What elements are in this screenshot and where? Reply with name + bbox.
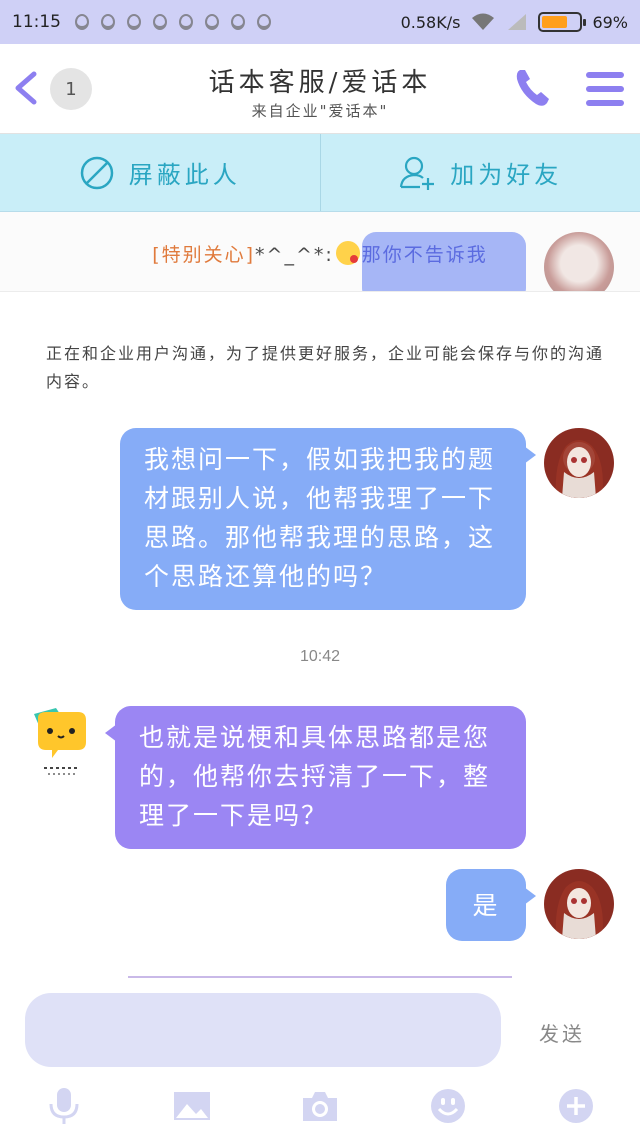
menu-icon[interactable] bbox=[586, 72, 624, 106]
action-bar: 屏蔽此人 加为好友 bbox=[0, 134, 640, 212]
status-bar: 11:15 0.58K/s 69% bbox=[0, 0, 640, 44]
block-user-button[interactable]: 屏蔽此人 bbox=[0, 134, 320, 211]
notification-icons bbox=[75, 14, 271, 30]
add-friend-icon bbox=[400, 156, 435, 190]
notification-icon bbox=[101, 14, 115, 30]
bleeding-face-emoji-icon bbox=[335, 241, 360, 265]
image-icon[interactable] bbox=[172, 1086, 212, 1126]
message-bubble-outgoing[interactable]: 是 bbox=[446, 869, 536, 941]
pinned-message-banner[interactable]: [特别关心]*^_^*: 那你不告诉我 bbox=[0, 212, 640, 292]
add-friend-label: 加为好友 bbox=[450, 161, 563, 189]
status-right: 0.58K/s 69% bbox=[401, 12, 628, 32]
emoji-icon[interactable] bbox=[428, 1086, 468, 1126]
plus-icon[interactable] bbox=[556, 1086, 596, 1126]
user-avatar[interactable] bbox=[544, 869, 614, 939]
message-bubble-incoming[interactable]: 也就是说梗和具体思路都是您的，他帮你去捋清了一下，整理了一下是吗？ bbox=[105, 706, 526, 849]
add-friend-button[interactable]: 加为好友 bbox=[319, 134, 640, 211]
user-avatar-image bbox=[544, 428, 614, 498]
composer-divider bbox=[128, 976, 512, 978]
camera-icon[interactable] bbox=[300, 1086, 340, 1126]
send-button[interactable]: 发送 bbox=[520, 1018, 604, 1047]
privacy-notice: 正在和企业用户沟通，为了提供更好服务，企业可能会保存与你的沟通内容。 bbox=[46, 344, 605, 391]
pinned-tag: [特别关心] bbox=[152, 244, 256, 266]
message-bubble-outgoing[interactable]: 我想问一下，假如我把我的题材跟别人说，他帮我理了一下思路。那他帮我理的思路，这个… bbox=[120, 428, 536, 610]
chat-bubble-logo-icon bbox=[34, 708, 86, 775]
block-icon bbox=[80, 156, 113, 189]
signal-icon bbox=[508, 14, 527, 30]
user-avatar-image bbox=[544, 869, 614, 939]
pinned-emoticon-text: *^_^*: bbox=[255, 244, 334, 266]
battery-icon bbox=[538, 12, 587, 32]
wifi-icon bbox=[472, 13, 495, 30]
network-speed: 0.58K/s bbox=[400, 12, 461, 32]
notification-icon bbox=[205, 14, 219, 30]
chat-header: 1 话本客服/爱话本 来自企业"爱话本" bbox=[0, 44, 640, 134]
pinned-line: [特别关心]*^_^*: 那你不告诉我 bbox=[0, 240, 640, 267]
notification-icon bbox=[75, 14, 89, 30]
notification-icon bbox=[179, 14, 193, 30]
menu-line bbox=[586, 100, 624, 106]
status-time: 11:15 bbox=[12, 12, 61, 32]
block-user-label: 屏蔽此人 bbox=[128, 161, 241, 189]
notification-icon bbox=[153, 14, 167, 30]
notification-icon bbox=[127, 14, 141, 30]
composer-toolbar bbox=[0, 1078, 640, 1138]
notification-icon bbox=[231, 14, 245, 30]
notification-icon bbox=[257, 14, 271, 30]
user-avatar[interactable] bbox=[544, 428, 614, 498]
agent-avatar[interactable] bbox=[30, 706, 92, 776]
phone-icon[interactable] bbox=[512, 66, 552, 110]
menu-line bbox=[586, 72, 624, 78]
pinned-message-text: 那你不告诉我 bbox=[361, 244, 488, 266]
menu-line bbox=[586, 86, 624, 92]
message-input[interactable] bbox=[25, 993, 501, 1067]
microphone-icon[interactable] bbox=[44, 1086, 84, 1126]
battery-level bbox=[542, 16, 568, 28]
message-timestamp: 10:42 bbox=[299, 648, 341, 665]
battery-percent: 69% bbox=[592, 12, 628, 32]
